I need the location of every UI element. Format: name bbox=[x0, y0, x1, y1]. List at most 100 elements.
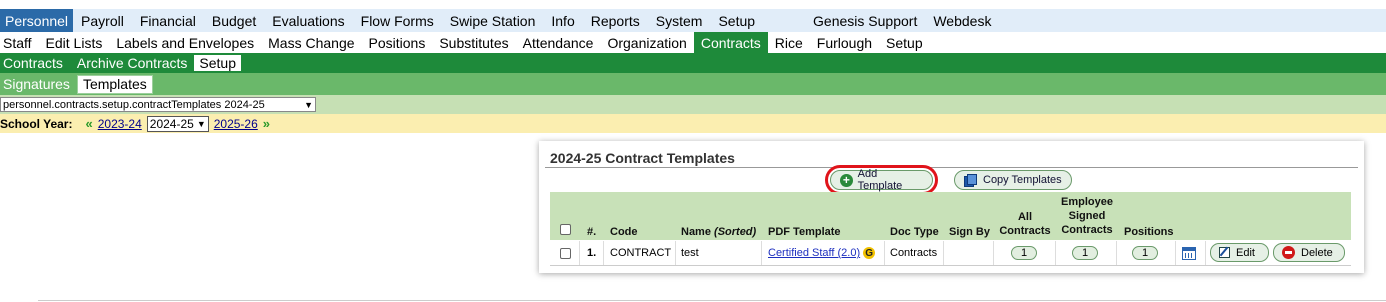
submenu-staff[interactable]: Staff bbox=[0, 32, 39, 53]
path-select[interactable]: personnel.contracts.setup.contractTempla… bbox=[0, 97, 316, 112]
next-year-arrow-icon[interactable]: » bbox=[263, 116, 270, 131]
panel-title: 2024-25 Contract Templates bbox=[550, 150, 735, 166]
menu-info[interactable]: Info bbox=[543, 9, 582, 32]
submenu-organization[interactable]: Organization bbox=[600, 32, 693, 53]
submenu-rice[interactable]: Rice bbox=[768, 32, 810, 53]
row-num: 1. bbox=[587, 247, 597, 259]
top-strip bbox=[0, 0, 1386, 9]
cell-divider bbox=[943, 241, 944, 265]
submenu-furlough[interactable]: Furlough bbox=[810, 32, 879, 53]
edit-button[interactable]: Edit bbox=[1210, 243, 1269, 262]
row-checkbox[interactable] bbox=[560, 247, 571, 259]
templates-panel: 2024-25 Contract Templates + Add Templat… bbox=[539, 141, 1364, 273]
menu-personnel[interactable]: Personnel bbox=[0, 9, 74, 32]
tertiary-menu: Contracts Archive Contracts Setup bbox=[0, 53, 1386, 73]
header-name-sort: (Sorted) bbox=[714, 226, 757, 238]
tab-contracts[interactable]: Contracts bbox=[0, 53, 70, 73]
row-code: CONTRACT bbox=[610, 247, 672, 259]
delete-button[interactable]: Delete bbox=[1273, 243, 1345, 262]
school-year-select[interactable]: 2024-25 ▼ bbox=[146, 115, 209, 132]
all-contracts-count-button[interactable]: 1 bbox=[1011, 246, 1037, 260]
cell-divider bbox=[579, 241, 580, 265]
menu-webdesk[interactable]: Webdesk bbox=[925, 9, 999, 32]
menu-evaluations[interactable]: Evaluations bbox=[264, 9, 352, 32]
menu-swipe-station[interactable]: Swipe Station bbox=[442, 9, 544, 32]
submenu-labels-envelopes[interactable]: Labels and Envelopes bbox=[109, 32, 261, 53]
menu-budget[interactable]: Budget bbox=[204, 9, 264, 32]
cell-divider bbox=[1175, 241, 1176, 265]
employee-signed-count-button[interactable]: 1 bbox=[1072, 246, 1098, 260]
menu-reports[interactable]: Reports bbox=[583, 9, 648, 32]
menu-system[interactable]: System bbox=[648, 9, 711, 32]
genesis-g-icon: G bbox=[863, 247, 876, 259]
positions-count-button[interactable]: 1 bbox=[1132, 246, 1158, 260]
header-all-contracts: All Contracts bbox=[999, 210, 1051, 238]
menu-flow-forms[interactable]: Flow Forms bbox=[353, 9, 442, 32]
panel-divider bbox=[545, 167, 1358, 168]
row-calendar-cell bbox=[1182, 241, 1196, 265]
header-doc-type: Doc Type bbox=[890, 226, 939, 238]
bottom-divider bbox=[38, 300, 1386, 301]
add-template-label: Add Template bbox=[857, 168, 903, 192]
row-positions-cell: 1 bbox=[1132, 241, 1158, 265]
chevron-down-icon: ▼ bbox=[196, 118, 206, 129]
header-all-line1: All bbox=[1017, 211, 1033, 223]
submenu-substitutes[interactable]: Substitutes bbox=[432, 32, 515, 53]
tab-archive-contracts[interactable]: Archive Contracts bbox=[70, 53, 194, 73]
path-row: personnel.contracts.setup.contractTempla… bbox=[0, 95, 1386, 114]
submenu-positions[interactable]: Positions bbox=[362, 32, 433, 53]
prev-year-link[interactable]: 2023-24 bbox=[98, 117, 142, 131]
row-name: test bbox=[681, 247, 699, 259]
school-year-row: School Year: « 2023-24 2024-25 ▼ 2025-26… bbox=[0, 114, 1386, 133]
menu-genesis-support[interactable]: Genesis Support bbox=[805, 9, 925, 32]
header-name-label: Name bbox=[681, 226, 711, 238]
edit-label: Edit bbox=[1236, 246, 1255, 259]
chevron-down-icon: ▼ bbox=[304, 99, 313, 110]
quaternary-menu: Signatures Templates bbox=[0, 73, 1386, 95]
header-positions: Positions bbox=[1124, 226, 1174, 238]
plus-circle-icon: + bbox=[840, 173, 853, 187]
row-doc-type: Contracts bbox=[890, 247, 938, 259]
menu-setup[interactable]: Setup bbox=[710, 9, 763, 32]
delete-label: Delete bbox=[1301, 246, 1333, 259]
header-all-line2: Contracts bbox=[999, 225, 1051, 237]
add-template-button[interactable]: + Add Template bbox=[825, 165, 938, 195]
submenu-contracts[interactable]: Contracts bbox=[693, 32, 768, 53]
pdf-template-link[interactable]: Certified Staff (2.0) bbox=[768, 247, 860, 259]
path-select-value: personnel.contracts.setup.contractTempla… bbox=[3, 98, 265, 111]
header-code: Code bbox=[610, 226, 638, 238]
cell-divider bbox=[603, 241, 604, 265]
row-all-contracts-cell: 1 bbox=[1011, 241, 1037, 265]
secondary-menu: Staff Edit Lists Labels and Envelopes Ma… bbox=[0, 32, 1386, 53]
next-year-link[interactable]: 2025-26 bbox=[214, 117, 258, 131]
cell-divider bbox=[675, 241, 676, 265]
submenu-setup[interactable]: Setup bbox=[879, 32, 930, 53]
table-header: #. Code Name (Sorted) PDF Template Doc T… bbox=[550, 192, 1351, 240]
header-employee-signed: Employee Signed Contracts bbox=[1059, 195, 1115, 237]
school-year-select-value: 2024-25 bbox=[149, 116, 194, 131]
cell-divider bbox=[884, 241, 885, 265]
header-emp-line2: Signed bbox=[1068, 210, 1106, 222]
submenu-edit-lists[interactable]: Edit Lists bbox=[39, 32, 110, 53]
header-name[interactable]: Name (Sorted) bbox=[681, 225, 756, 239]
submenu-mass-change[interactable]: Mass Change bbox=[261, 32, 361, 53]
copy-templates-button[interactable]: Copy Templates bbox=[954, 170, 1072, 190]
menu-financial[interactable]: Financial bbox=[132, 9, 204, 32]
calendar-icon[interactable] bbox=[1182, 246, 1196, 260]
submenu-attendance[interactable]: Attendance bbox=[516, 32, 601, 53]
select-all-checkbox[interactable] bbox=[560, 224, 571, 235]
row-checkbox-cell bbox=[560, 241, 571, 265]
header-pdf-template: PDF Template bbox=[768, 226, 841, 238]
cell-divider bbox=[1055, 241, 1056, 265]
delete-icon bbox=[1282, 246, 1295, 259]
header-sign-by: Sign By bbox=[949, 226, 990, 238]
cell-divider bbox=[1205, 241, 1206, 265]
header-emp-line3: Contracts bbox=[1061, 224, 1113, 236]
prev-year-arrow-icon[interactable]: « bbox=[85, 116, 92, 131]
tab-templates[interactable]: Templates bbox=[76, 74, 153, 94]
tab-signatures[interactable]: Signatures bbox=[0, 73, 77, 95]
school-year-label: School Year: bbox=[0, 116, 73, 131]
menu-payroll[interactable]: Payroll bbox=[73, 9, 132, 32]
tab-setup[interactable]: Setup bbox=[194, 55, 241, 71]
copy-icon bbox=[964, 174, 977, 187]
